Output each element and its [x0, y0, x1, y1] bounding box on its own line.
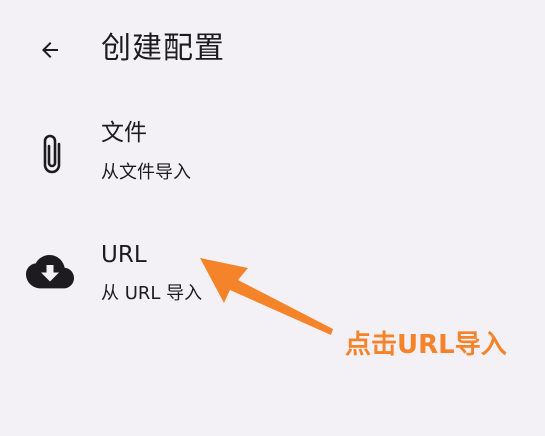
annotation-text: 点击URL导入 — [345, 330, 507, 360]
option-file-title: 文件 — [101, 120, 147, 146]
arrow-back-icon — [42, 42, 58, 58]
paperclip-icon — [30, 127, 74, 183]
back-button[interactable] — [30, 30, 70, 70]
cloud-download-icon — [24, 251, 76, 293]
app-bar: 创建配置 — [0, 0, 545, 100]
option-file-subtitle: 从文件导入 — [101, 162, 191, 183]
option-file[interactable]: 文件 从文件导入 — [0, 112, 545, 208]
option-url-subtitle: 从 URL 导入 — [101, 283, 203, 304]
option-url[interactable]: URL 从 URL 导入 — [0, 233, 545, 329]
page-title: 创建配置 — [101, 31, 225, 66]
option-url-title: URL — [101, 242, 147, 268]
